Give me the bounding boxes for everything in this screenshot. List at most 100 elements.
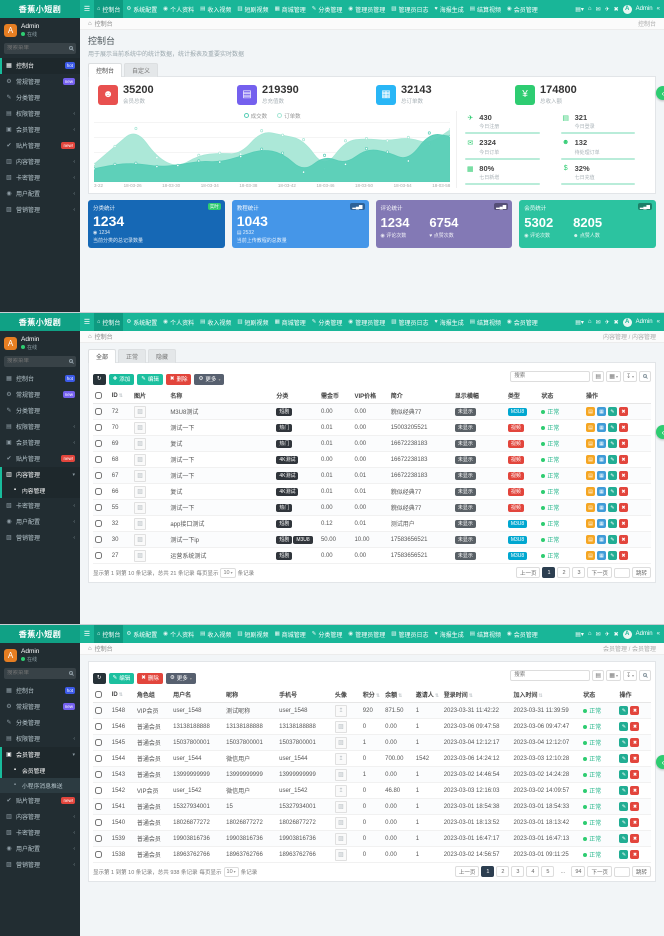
row-checkbox[interactable] [95, 851, 102, 858]
page-button-下一页[interactable]: 下一页 [587, 866, 612, 877]
select-all-checkbox[interactable] [95, 691, 102, 698]
delete-row-button[interactable]: ✖ [619, 471, 628, 480]
tab-1[interactable]: 自定义 [124, 63, 158, 77]
tabs-list-icon[interactable]: ▤▾ [575, 319, 584, 326]
detail-button[interactable]: ▤ [586, 407, 595, 416]
sidebar-item-6[interactable]: ▥内容管理‹ [0, 809, 80, 825]
sidebar-search-input[interactable] [7, 45, 69, 51]
sort-icon[interactable]: ⇅ [376, 693, 380, 699]
copy-button[interactable]: ▦ [597, 503, 606, 512]
page-button-3[interactable]: 3 [511, 866, 524, 877]
row-checkbox[interactable] [95, 739, 102, 746]
page-button-下一页[interactable]: 下一页 [587, 567, 612, 578]
user-avatar[interactable]: A [623, 5, 632, 14]
plane-icon[interactable]: ✈ [605, 6, 610, 13]
sort-icon[interactable]: ⇅ [398, 693, 402, 699]
detail-button[interactable]: ▤ [586, 487, 595, 496]
delete-row-button[interactable]: ✖ [630, 818, 639, 827]
row-checkbox[interactable] [95, 552, 102, 559]
sidebar-item-6[interactable]: ▥内容管理▾ [0, 467, 80, 483]
table-row[interactable]: 1540普通会员18026877272180268772721802687727… [93, 815, 651, 831]
row-checkbox[interactable] [95, 472, 102, 479]
sidebar-item-8[interactable]: ◉用户配置‹ [0, 514, 80, 530]
page-button-上一页[interactable]: 上一页 [455, 866, 480, 877]
sidebar-item-3[interactable]: ▤权限管理‹ [0, 106, 80, 122]
edit-row-button[interactable]: ✎ [619, 770, 628, 779]
user-name[interactable]: Admin [636, 319, 653, 325]
sidebar-search-input[interactable] [7, 670, 69, 676]
plane-icon[interactable]: ✈ [605, 319, 610, 326]
delete-row-button[interactable]: ✖ [630, 706, 639, 715]
row-checkbox[interactable] [95, 787, 102, 794]
plane-icon[interactable]: ✈ [605, 631, 610, 638]
table-row[interactable]: 1538普通会员18963762766189637627661896376276… [93, 847, 651, 863]
row-checkbox[interactable] [95, 440, 102, 447]
nav-item-2[interactable]: ◉个人资料 [160, 313, 197, 331]
delete-row-button[interactable]: ✖ [630, 738, 639, 747]
page-size-select[interactable]: 10▾ [220, 568, 235, 578]
table-row[interactable]: 67▨测试一下4K测试0.010.0116672238183未显示视频正常▤▦✎… [93, 468, 651, 484]
quick-action-button[interactable]: ‹ [656, 755, 664, 769]
page-jump-button[interactable]: 跳转 [632, 567, 651, 578]
nav-item-9[interactable]: ♥海报生成 [431, 313, 466, 331]
message-icon[interactable]: ✉ [596, 631, 601, 638]
copy-button[interactable]: ▦ [597, 407, 606, 416]
sort-icon[interactable]: ⇅ [469, 693, 473, 699]
tab-2[interactable]: 隐藏 [148, 349, 176, 363]
sidebar-item-4[interactable]: ▣会员管理▾ [0, 747, 80, 763]
sidebar-subitem-0[interactable]: ▪内容管理 [0, 483, 80, 498]
page-jump-input[interactable] [614, 867, 630, 877]
table-row[interactable]: 1541普通会员153279340011515327934001▨00.0012… [93, 799, 651, 815]
copy-button[interactable]: ▦ [597, 551, 606, 560]
user-name[interactable]: Admin [636, 631, 653, 637]
delete-row-button[interactable]: ✖ [630, 802, 639, 811]
home-icon[interactable]: ⌂ [588, 631, 592, 637]
page-button-上一页[interactable]: 上一页 [516, 567, 541, 578]
edit-row-button[interactable]: ✎ [619, 818, 628, 827]
close-all-icon[interactable]: ✖ [614, 6, 619, 13]
sort-icon[interactable]: ⇅ [119, 692, 123, 698]
copy-button[interactable]: ▦ [597, 439, 606, 448]
nav-item-4[interactable]: ▥短剧视频 [234, 625, 271, 643]
menu-toggle-icon[interactable]: ☰ [80, 313, 94, 331]
detail-button[interactable]: ▤ [586, 455, 595, 464]
home-icon[interactable]: ⌂ [88, 646, 92, 652]
row-checkbox[interactable] [95, 536, 102, 543]
table-row[interactable]: 27▨运营系统测试短剧0.000.0017583656521未显示M3U8正常▤… [93, 548, 651, 564]
nav-item-11[interactable]: ◉会员管理 [504, 625, 541, 643]
nav-item-3[interactable]: ▤收入视频 [197, 313, 234, 331]
sort-icon[interactable]: ⇅ [435, 693, 439, 699]
nav-item-5[interactable]: ▦商城管理 [272, 0, 309, 18]
sidebar-item-6[interactable]: ▥内容管理‹ [0, 154, 80, 170]
sidebar-item-3[interactable]: ▤权限管理‹ [0, 419, 80, 435]
page-button-2[interactable]: 2 [557, 567, 570, 578]
columns-button[interactable]: ▦▾ [606, 670, 621, 681]
edit-row-button[interactable]: ✎ [608, 487, 617, 496]
delete-row-button[interactable]: ✖ [630, 786, 639, 795]
sidebar-item-1[interactable]: ⚙常规管理new [0, 74, 80, 90]
delete-row-button[interactable]: ✖ [619, 519, 628, 528]
nav-item-1[interactable]: ⚙系统配置 [123, 313, 160, 331]
sidebar-item-2[interactable]: ✎分类管理 [0, 403, 80, 419]
edit-row-button[interactable]: ✎ [608, 551, 617, 560]
copy-button[interactable]: ▦ [597, 423, 606, 432]
quick-action-button[interactable]: ‹ [656, 86, 664, 100]
page-button-3[interactable]: 3 [572, 567, 585, 578]
menu-toggle-icon[interactable]: ☰ [80, 0, 94, 18]
table-row[interactable]: 1545普通会员15037800001150378000011503780000… [93, 735, 651, 751]
edit-row-button[interactable]: ✎ [619, 834, 628, 843]
sidebar-item-1[interactable]: ⚙常规管理new [0, 387, 80, 403]
table-row[interactable]: 69▨复试热门0.010.0016672238183未显示视频正常▤▦✎✖ [93, 436, 651, 452]
nav-item-5[interactable]: ▦商城管理 [272, 313, 309, 331]
delete-button[interactable]: ✖删除 [166, 374, 192, 385]
delete-row-button[interactable]: ✖ [619, 455, 628, 464]
delete-row-button[interactable]: ✖ [619, 407, 628, 416]
delete-row-button[interactable]: ✖ [630, 722, 639, 731]
sidebar-item-7[interactable]: ▧卡密管理‹ [0, 498, 80, 514]
copy-button[interactable]: ▦ [597, 519, 606, 528]
copy-button[interactable]: ▦ [597, 535, 606, 544]
table-row[interactable]: 1548VIP会员user_1548测试昵称user_1548↥920871.5… [93, 703, 651, 719]
sidebar-item-5[interactable]: ✔贴片管理new! [0, 138, 80, 154]
row-checkbox[interactable] [95, 424, 102, 431]
delete-row-button[interactable]: ✖ [630, 850, 639, 859]
